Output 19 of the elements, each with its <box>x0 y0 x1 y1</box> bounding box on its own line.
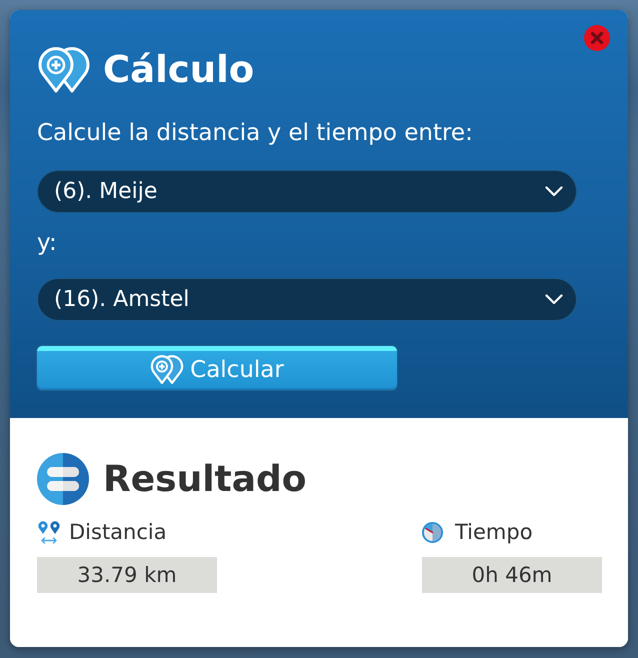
prompt-text: Calcule la distancia y el tiempo entre: <box>37 119 473 148</box>
time-value: 0h 46m <box>422 557 602 593</box>
close-icon <box>591 32 603 44</box>
close-button[interactable] <box>584 25 610 51</box>
result-list-icon <box>37 453 89 505</box>
two-pins-arrow-icon <box>37 520 61 544</box>
result-title: Resultado <box>103 458 307 500</box>
chevron-down-icon <box>545 294 563 305</box>
heart-pins-plus-icon <box>150 354 184 384</box>
heart-pins-plus-icon <box>37 46 91 94</box>
origin-select[interactable]: (6). Meije <box>37 170 577 213</box>
chevron-down-icon <box>545 186 563 197</box>
clock-icon <box>422 522 443 542</box>
destination-select[interactable]: (16). Amstel <box>37 278 577 321</box>
distance-value: 33.79 km <box>37 557 217 593</box>
distance-label: Distancia <box>69 520 167 544</box>
connector-label: y: <box>37 229 57 258</box>
time-label: Tiempo <box>455 520 533 544</box>
dialog-title: Cálculo <box>103 48 254 92</box>
